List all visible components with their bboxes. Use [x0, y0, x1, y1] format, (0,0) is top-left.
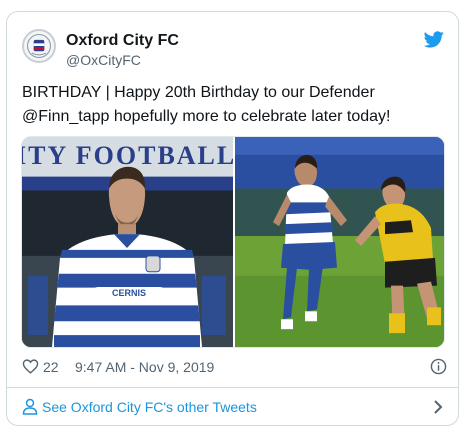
like-count[interactable]: 22 [43, 359, 59, 375]
tweet-media[interactable]: ITY FOOTBALL CERNIS [21, 136, 445, 348]
tweet-timestamp[interactable]: 9:47 AM - Nov 9, 2019 [75, 359, 214, 375]
tweet-header: Oxford City FC @OxCityFC [7, 12, 458, 70]
info-icon[interactable] [430, 358, 447, 375]
person-icon [22, 398, 38, 415]
shirt-sponsor-text: CERNIS [92, 287, 166, 299]
see-other-tweets-label[interactable]: See Oxford City FC's other Tweets [42, 399, 257, 415]
tweet-meta: 22 9:47 AM - Nov 9, 2019 [22, 356, 447, 378]
photo-portrait[interactable]: ITY FOOTBALL CERNIS [22, 137, 233, 347]
author-handle[interactable]: @OxCityFC [66, 52, 141, 68]
author-name[interactable]: Oxford City FC [66, 32, 179, 50]
chevron-right-icon[interactable] [432, 400, 444, 414]
stadium-banner-text: ITY FOOTBALL [22, 141, 233, 170]
avatar[interactable] [22, 29, 56, 63]
twitter-bird-icon[interactable] [424, 31, 444, 48]
heart-icon[interactable] [22, 358, 39, 375]
see-other-tweets-link[interactable]: See Oxford City FC's other Tweets [7, 388, 458, 425]
club-crest-icon [24, 31, 54, 61]
tweet-text: BIRTHDAY | Happy 20th Birthday to our De… [22, 84, 391, 125]
embedded-tweet-card: Oxford City FC @OxCityFC BIRTHDAY | Happ… [6, 11, 459, 426]
photo-match-action[interactable] [235, 137, 444, 347]
